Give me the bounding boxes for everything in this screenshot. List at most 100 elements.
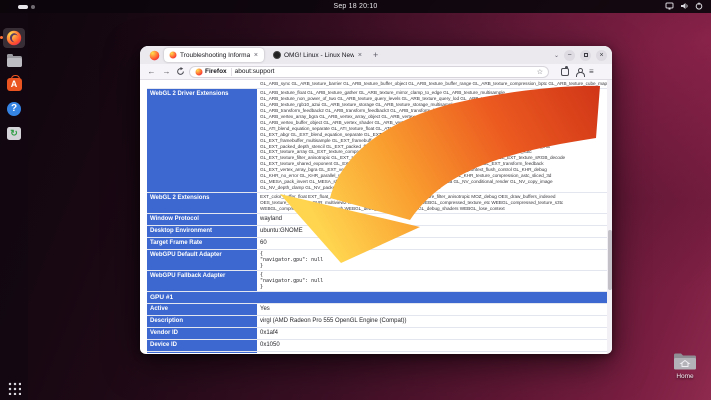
top-panel: Sep 18 20:10 <box>0 0 711 13</box>
row-label: WebGPU Fallback Adapter <box>147 271 257 291</box>
row-label: WebGPU Default Adapter <box>147 250 257 270</box>
home-folder-icon <box>673 352 697 371</box>
value-line: GL_ARB_texture_rgb10_a2ui GL_ARB_texture… <box>260 102 604 108</box>
list-all-tabs-icon[interactable]: ⌄ <box>554 52 559 59</box>
volume-icon <box>680 2 689 10</box>
value-line: wayland <box>260 215 604 223</box>
dock-item-files[interactable] <box>3 51 25 71</box>
value-line: GL_NV_depth_clamp GL_NV_packed_depth_ste… <box>260 185 604 191</box>
value-line: virgl (AMD Radeon Pro 555 OpenGL Engine … <box>260 317 604 325</box>
row-label: WebGL 2 Driver Extensions <box>147 89 257 192</box>
maximize-button[interactable] <box>580 50 591 61</box>
section-header-row: GPU #1 <box>147 292 607 304</box>
tab-title: OMG! Linux - Linux News <box>284 52 354 59</box>
url-bar[interactable]: Firefox about:support ☆ <box>189 66 549 78</box>
row-value: {"navigator.gpu": null} <box>257 271 607 291</box>
new-tab-button[interactable]: + <box>368 50 383 60</box>
clock[interactable]: Sep 18 20:10 <box>0 3 711 10</box>
value-line: ubuntu:GNOME <box>260 227 604 235</box>
row-label: Active <box>147 304 257 315</box>
table-row: ActiveYes <box>147 304 607 316</box>
dock-item-help[interactable]: ? <box>3 99 25 119</box>
back-button[interactable]: ← <box>146 67 157 76</box>
url-text: about:support <box>235 68 534 75</box>
support-table: GL_ARB_sync GL_ARB_texture_barrier GL_AR… <box>147 80 607 353</box>
row-label: WebGL 2 Extensions <box>147 193 257 213</box>
tab-omg-linux[interactable]: OMG! Linux - Linux News × <box>268 48 368 62</box>
identity-label: Firefox <box>205 68 227 75</box>
row-label: Window Protocol <box>147 214 257 225</box>
row-value: 0x1050 <box>257 340 607 351</box>
running-indicator <box>0 36 3 39</box>
tab-favicon-firefox-icon <box>169 51 177 59</box>
minimize-button[interactable]: − <box>564 50 575 61</box>
scrollbar[interactable] <box>607 80 612 353</box>
table-row: Desktop Environmentubuntu:GNOME <box>147 226 607 238</box>
identity-chip[interactable]: Firefox <box>195 68 232 76</box>
dock-item-firefox[interactable] <box>3 28 25 48</box>
network-icon <box>665 2 674 10</box>
desktop-icon-label: Home <box>667 373 703 380</box>
bookmark-star-icon[interactable]: ☆ <box>537 68 543 76</box>
extensions-icon[interactable] <box>561 68 569 76</box>
tab-close-icon[interactable]: × <box>253 52 259 59</box>
about-support-page: GL_ARB_sync GL_ARB_texture_barrier GL_AR… <box>140 80 612 353</box>
row-value: GL_ARB_sync GL_ARB_texture_barrier GL_AR… <box>257 80 607 88</box>
table-row: Target Frame Rate60 <box>147 238 607 250</box>
tab-troubleshooting[interactable]: Troubleshooting Information × <box>164 48 264 62</box>
value-line: } <box>260 284 604 290</box>
system-status-area[interactable] <box>665 2 703 10</box>
tab-favicon-omglinux-icon <box>273 51 281 59</box>
row-value: EXT_color_buffer_float EXT_float_blend E… <box>257 193 607 213</box>
help-icon: ? <box>7 102 21 116</box>
value-line: WEBGL_compressed_texture_s3tc_srgb WEBGL… <box>260 206 604 212</box>
firefox-icon <box>6 30 22 46</box>
row-value: 60 <box>257 238 607 249</box>
row-value: {"navigator.gpu": null} <box>257 250 607 270</box>
account-icon[interactable] <box>575 68 583 76</box>
row-label: Driver Vendor <box>147 352 257 353</box>
row-label: Target Frame Rate <box>147 238 257 249</box>
navigation-toolbar: ← → Firefox about:support ☆ ≡ <box>140 64 612 80</box>
close-window-button[interactable]: × <box>596 50 607 61</box>
row-label: Description <box>147 316 257 327</box>
firefox-view-icon <box>149 50 160 61</box>
tab-close-icon[interactable]: × <box>357 52 363 59</box>
table-row: Driver Vendormesa/virtio_gpu <box>147 352 607 353</box>
table-row: Device ID0x1050 <box>147 340 607 352</box>
app-center-icon: A <box>7 78 22 91</box>
row-value: Yes <box>257 304 607 315</box>
row-label <box>147 80 257 88</box>
table-row: Window Protocolwayland <box>147 214 607 226</box>
show-applications-button[interactable] <box>7 381 21 395</box>
firefox-identity-icon <box>195 68 203 76</box>
trash-icon: ↻ <box>7 127 21 140</box>
dock-item-trash[interactable]: ↻ <box>3 123 25 143</box>
row-value: mesa/virtio_gpu <box>257 352 607 353</box>
table-row: WebGPU Default Adapter{"navigator.gpu": … <box>147 250 607 271</box>
row-label: Vendor ID <box>147 328 257 339</box>
dock-item-app-center[interactable]: A <box>3 74 25 94</box>
row-value: virgl (AMD Radeon Pro 555 OpenGL Engine … <box>257 316 607 327</box>
value-line: Yes <box>260 305 604 313</box>
files-icon <box>7 56 22 67</box>
row-value: GL_ARB_texture_float GL_ARB_texture_gath… <box>257 89 607 192</box>
row-label: Desktop Environment <box>147 226 257 237</box>
forward-button[interactable]: → <box>161 67 172 76</box>
value-line: 0x1af4 <box>260 329 604 337</box>
table-row: Vendor ID0x1af4 <box>147 328 607 340</box>
desktop-icon-home[interactable]: Home <box>667 352 703 380</box>
value-line: 0x1050 <box>260 341 604 349</box>
row-label: Device ID <box>147 340 257 351</box>
menu-icon[interactable]: ≡ <box>589 67 594 76</box>
value-line: } <box>260 263 604 269</box>
value-line: GL_ARB_texture_non_power_of_two GL_ARB_t… <box>260 96 604 102</box>
row-value: wayland <box>257 214 607 225</box>
table-row: GL_ARB_sync GL_ARB_texture_barrier GL_AR… <box>147 80 607 89</box>
table-row: WebGPU Fallback Adapter{"navigator.gpu":… <box>147 271 607 292</box>
scrollbar-thumb[interactable] <box>608 230 612 290</box>
firefox-view-button[interactable] <box>147 48 161 62</box>
row-value: 0x1af4 <box>257 328 607 339</box>
tab-bar: Troubleshooting Information × OMG! Linux… <box>140 46 612 64</box>
reload-button[interactable] <box>176 67 185 76</box>
